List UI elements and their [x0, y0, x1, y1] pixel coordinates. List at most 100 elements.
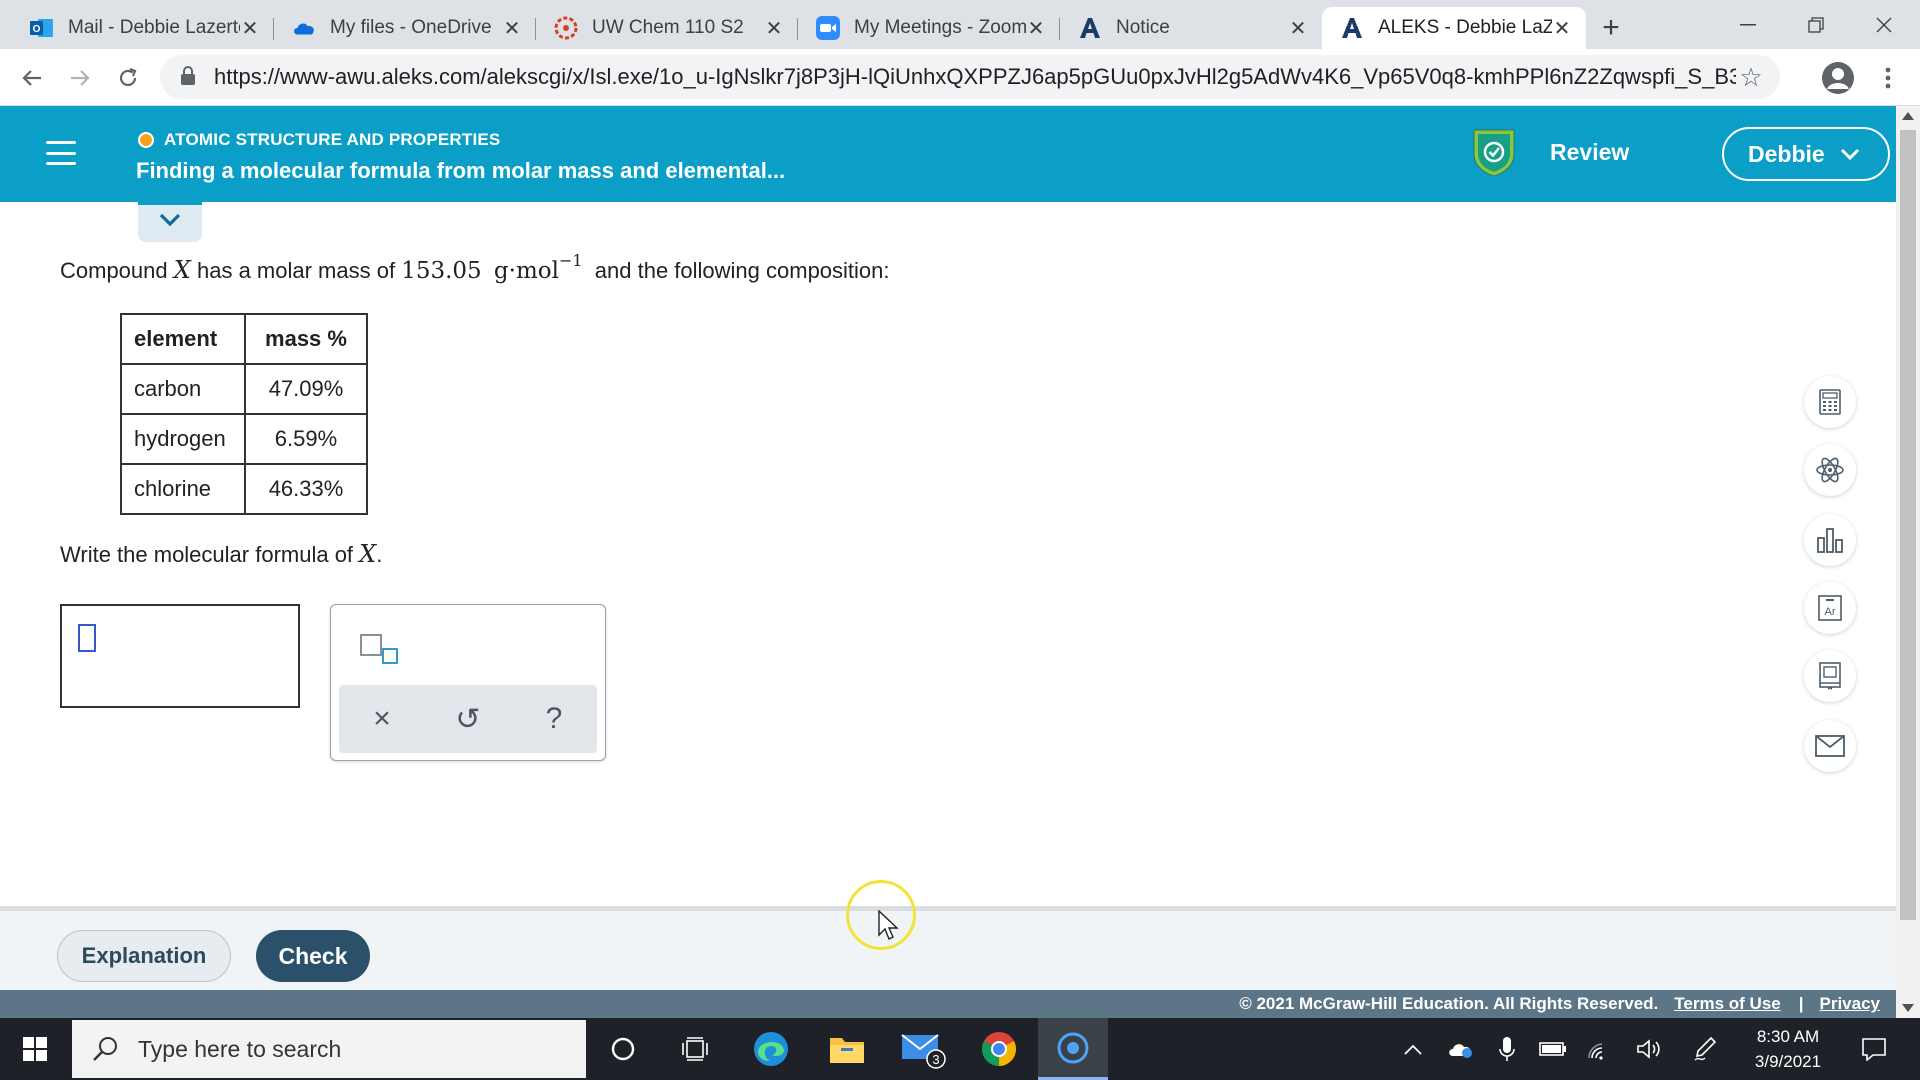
topic-status-dot [138, 132, 154, 148]
bookmark-star-icon[interactable]: ☆ [1736, 62, 1766, 93]
privacy-link[interactable]: Privacy [1820, 994, 1881, 1014]
reload-icon[interactable] [108, 58, 148, 98]
tab-close-icon[interactable]: ✕ [764, 16, 784, 41]
review-shield-icon[interactable] [1470, 126, 1518, 178]
tab-close-icon[interactable]: ✕ [1288, 16, 1308, 41]
undo-button[interactable]: ↺ [443, 694, 493, 744]
system-clock[interactable]: 8:30 AM 3/9/2021 [1728, 1024, 1848, 1074]
answer-input[interactable] [60, 604, 300, 708]
tab-title: Notice [1116, 17, 1170, 38]
minimize-icon[interactable] [1714, 0, 1782, 49]
check-button[interactable]: Check [256, 930, 370, 982]
mail-badge-count: 3 [932, 1052, 939, 1067]
profile-avatar-icon[interactable] [1818, 58, 1858, 98]
prompt-text: Write the molecular formula of [60, 542, 354, 567]
scroll-up-arrow-icon[interactable] [1902, 112, 1914, 120]
user-name: Debbie [1748, 140, 1825, 167]
windows-start-icon[interactable] [0, 1018, 70, 1080]
table-row: chlorine 46.33% [120, 463, 368, 515]
battery-icon[interactable] [1530, 1018, 1576, 1080]
mass-percent-cell: 46.33% [244, 463, 368, 515]
tab-close-icon[interactable]: ✕ [240, 16, 260, 41]
scroll-down-arrow-icon[interactable] [1902, 1004, 1914, 1012]
scrollbar-thumb[interactable] [1900, 130, 1916, 920]
unit-exponent: −1 [558, 251, 583, 270]
review-link[interactable]: Review [1550, 139, 1629, 166]
mass-percent-cell: 47.09% [244, 363, 368, 415]
prompt-variable: X [359, 540, 377, 568]
periodic-table-atom-icon[interactable] [1804, 444, 1856, 496]
collapse-toggle-button[interactable] [138, 202, 202, 242]
answer-placeholder-slot[interactable] [78, 624, 96, 652]
chrome-icon[interactable] [964, 1018, 1034, 1080]
browser-tab-canvas[interactable]: UW Chem 110 S2 ✕ [536, 7, 798, 49]
page-scrollbar[interactable] [1896, 106, 1920, 1018]
tab-close-icon[interactable]: ✕ [1026, 16, 1046, 41]
browser-tab-aleks[interactable]: ALEKS - Debbie LaZerte ✕ [1322, 7, 1586, 49]
tab-title: Mail - Debbie Lazerte [68, 17, 240, 38]
calculator-icon[interactable] [1804, 376, 1856, 428]
tab-close-icon[interactable]: ✕ [1552, 16, 1572, 41]
task-view-icon[interactable] [660, 1018, 730, 1080]
pen-ink-icon[interactable] [1682, 1018, 1728, 1080]
forward-arrow-icon[interactable] [60, 58, 100, 98]
tab-title: UW Chem 110 S2 [592, 17, 744, 38]
cortana-icon[interactable] [588, 1018, 658, 1080]
element-card-icon[interactable]: Ar [1804, 582, 1856, 634]
svg-text:O: O [33, 24, 41, 35]
onedrive-icon [292, 16, 316, 40]
hamburger-menu-icon[interactable] [46, 141, 76, 165]
address-bar[interactable]: https://www-awu.aleks.com/alekscgi/x/Isl… [160, 55, 1780, 99]
browser-tab-mail[interactable]: O Mail - Debbie Lazerte ✕ [12, 7, 274, 49]
terms-of-use-link[interactable]: Terms of Use [1674, 994, 1780, 1014]
action-center-notification-icon[interactable] [1846, 1018, 1902, 1080]
screen-recorder-icon[interactable] [1038, 1018, 1108, 1080]
window-close-icon[interactable] [1850, 0, 1918, 49]
subscript-icon[interactable] [359, 631, 403, 667]
browser-tab-zoom[interactable]: My Meetings - Zoom ✕ [798, 7, 1060, 49]
microphone-icon[interactable] [1484, 1018, 1530, 1080]
prompt-period: . [376, 542, 383, 567]
aleks-icon [1340, 16, 1364, 40]
user-menu-button[interactable]: Debbie [1722, 127, 1890, 181]
clock-time: 8:30 AM [1756, 1027, 1820, 1046]
new-tab-button[interactable]: + [1590, 7, 1632, 49]
lesson-title: Finding a molecular formula from molar m… [136, 158, 786, 183]
clock-date: 3/9/2021 [1754, 1052, 1822, 1071]
question-action-bar: Explanation Check [0, 906, 1896, 990]
browser-menu-icon[interactable] [1868, 58, 1908, 98]
restore-icon[interactable] [1782, 0, 1850, 49]
mail-app-icon[interactable]: 3 [888, 1018, 958, 1080]
mouse-pointer-icon [878, 909, 900, 942]
question-text-start: Compound [60, 258, 168, 283]
search-placeholder: Type here to search [138, 1035, 342, 1062]
chevron-down-icon [158, 212, 182, 233]
url-text[interactable]: https://www-awu.aleks.com/alekscgi/x/Isl… [214, 64, 1736, 90]
browser-tab-onedrive[interactable]: My files - OneDrive ✕ [274, 7, 536, 49]
chart-icon[interactable] [1804, 514, 1856, 566]
footer-separator: | [1798, 994, 1804, 1013]
mail-icon[interactable] [1804, 720, 1856, 772]
onedrive-tray-icon[interactable] [1438, 1018, 1484, 1080]
edge-browser-icon[interactable] [736, 1018, 806, 1080]
taskbar-search-box[interactable]: Type here to search [72, 1020, 586, 1078]
tab-close-icon[interactable]: ✕ [502, 16, 522, 41]
clear-button[interactable]: × [357, 694, 407, 744]
file-explorer-icon[interactable] [812, 1018, 882, 1080]
textbook-icon[interactable] [1804, 650, 1856, 702]
back-arrow-icon[interactable] [12, 58, 52, 98]
volume-icon[interactable] [1626, 1018, 1672, 1080]
browser-tab-notice[interactable]: Notice ✕ [1060, 7, 1322, 49]
help-button[interactable]: ? [529, 694, 579, 744]
show-hidden-icons-chevron-icon[interactable] [1390, 1018, 1436, 1080]
zoom-icon [816, 16, 840, 40]
tab-title: My Meetings - Zoom [854, 17, 1026, 38]
compound-variable: X [173, 256, 191, 284]
browser-tab-strip: O Mail - Debbie Lazerte ✕ My files - One… [0, 0, 1920, 49]
svg-text:Ar: Ar [1825, 606, 1836, 618]
canvas-icon [554, 16, 578, 40]
lock-icon[interactable] [180, 66, 200, 88]
explanation-button[interactable]: Explanation [57, 930, 231, 982]
table-row: hydrogen 6.59% [120, 413, 368, 465]
wifi-icon[interactable] [1578, 1018, 1624, 1080]
